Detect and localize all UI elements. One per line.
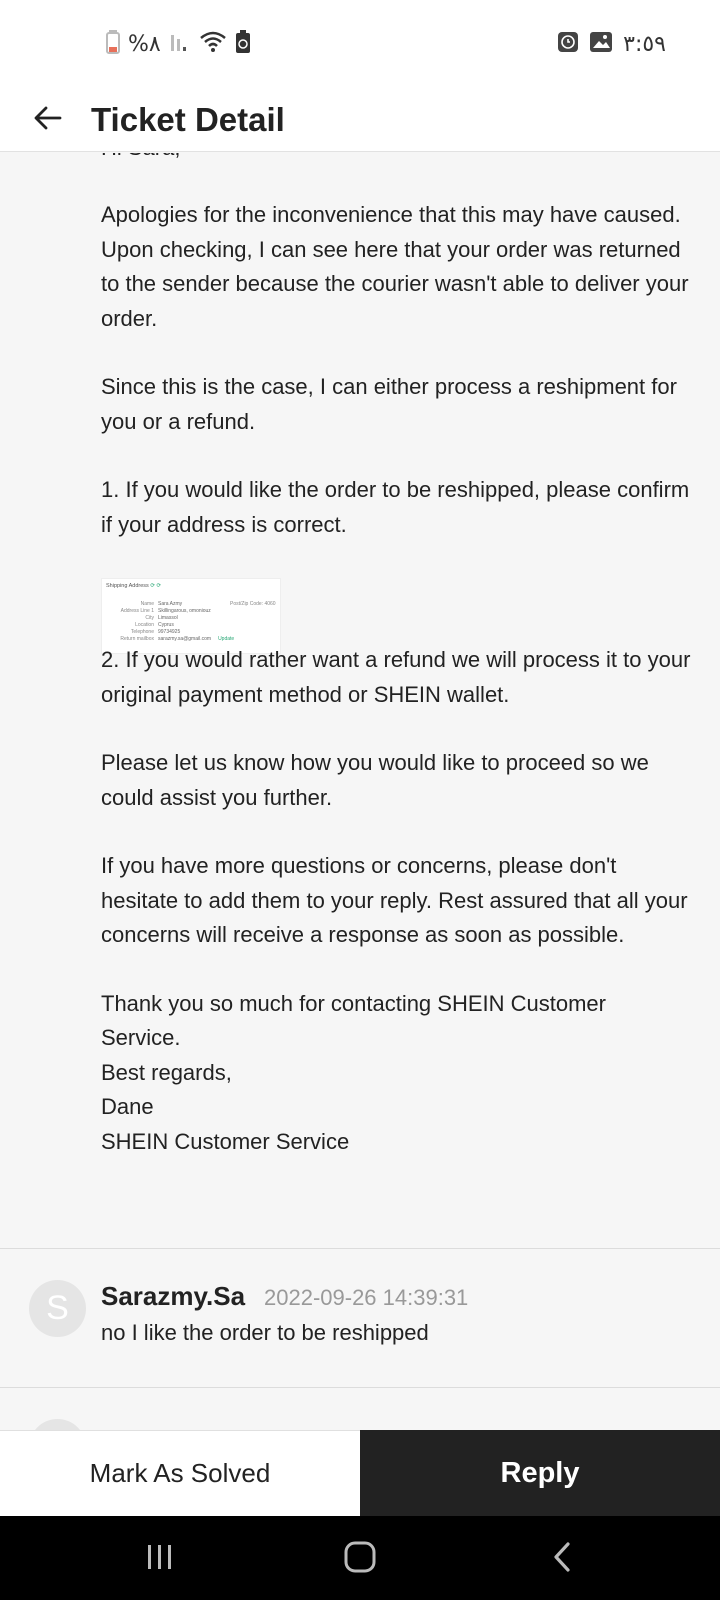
divider: [0, 1387, 720, 1388]
message-paragraph: If you have more questions or concerns, …: [101, 853, 688, 947]
greeting-text: Hi Sara,: [101, 153, 180, 161]
signoff-line: Thank you so much for contacting SHEIN C…: [101, 990, 606, 1051]
signoff-line: Best regards,: [101, 1059, 232, 1085]
reply-item: S Sarazmy.Sa 2022-09-26 14:39:31 no I li…: [0, 1249, 720, 1387]
back-button[interactable]: [20, 92, 76, 148]
app-bar: Ticket Detail: [0, 88, 720, 152]
message-paragraph: Since this is the case, I can either pro…: [101, 374, 677, 434]
message-body-part-2: 2. If you would rather want a refund we …: [101, 643, 691, 1159]
gallery-icon: [589, 31, 613, 58]
status-right: ٣:٥٩: [557, 30, 666, 58]
back-nav-button[interactable]: [532, 1534, 592, 1584]
mark-as-solved-button[interactable]: Mark As Solved: [0, 1430, 360, 1516]
message-body-part-1: Apologies for the inconvenience that thi…: [101, 198, 691, 576]
attachment-rows: Name Sara Azmy Address Line 1 Skillingarou…: [120, 601, 235, 642]
status-bar: %٨ ٣:٥٩: [0, 0, 720, 88]
system-nav-bar: [0, 1516, 720, 1600]
signal-icon: [169, 31, 191, 58]
signoff-line: Dane: [101, 1094, 154, 1119]
reply-author: Sarazmy.Sa: [101, 1281, 246, 1311]
wifi-icon: [199, 30, 227, 59]
ticket-content[interactable]: Hi Sara, Apologies for the inconvenience…: [0, 153, 720, 1430]
chevron-left-icon: [550, 1541, 574, 1578]
reply-timestamp: 2022-09-26 14:39:31: [264, 1285, 469, 1310]
avatar: [29, 1419, 86, 1430]
action-bar: Mark As Solved Reply: [0, 1430, 720, 1516]
home-button[interactable]: [330, 1534, 390, 1584]
battery-icon: [106, 29, 120, 59]
attachment-zip: Post/Zip Code: 4060: [230, 601, 276, 607]
attachment-title: Shipping Address ⟳ ⟳: [106, 583, 162, 589]
avatar: S: [29, 1280, 86, 1337]
battery-saver-icon: [235, 29, 251, 59]
page-title: Ticket Detail: [91, 101, 285, 138]
recent-apps-button[interactable]: [130, 1534, 190, 1584]
signoff-line: SHEIN Customer Service: [101, 1128, 350, 1154]
status-left: %٨: [106, 29, 251, 59]
message-paragraph: 2. If you would rather want a refund we …: [101, 647, 691, 707]
arrow-left-icon: [32, 102, 64, 139]
battery-percent: %٨: [128, 31, 161, 57]
clock: ٣:٥٩: [623, 31, 666, 57]
message-paragraph: Apologies for the inconvenience that thi…: [101, 202, 689, 331]
message-paragraph: Please let us know how you would like to…: [101, 750, 649, 810]
alarm-icon: [557, 31, 579, 58]
recent-apps-icon: [145, 1543, 175, 1576]
home-icon: [343, 1540, 377, 1579]
reply-text: no I like the order to be reshipped: [101, 1320, 429, 1345]
message-paragraph: 1. If you would like the order to be res…: [101, 477, 690, 537]
reply-button[interactable]: Reply: [360, 1430, 720, 1516]
